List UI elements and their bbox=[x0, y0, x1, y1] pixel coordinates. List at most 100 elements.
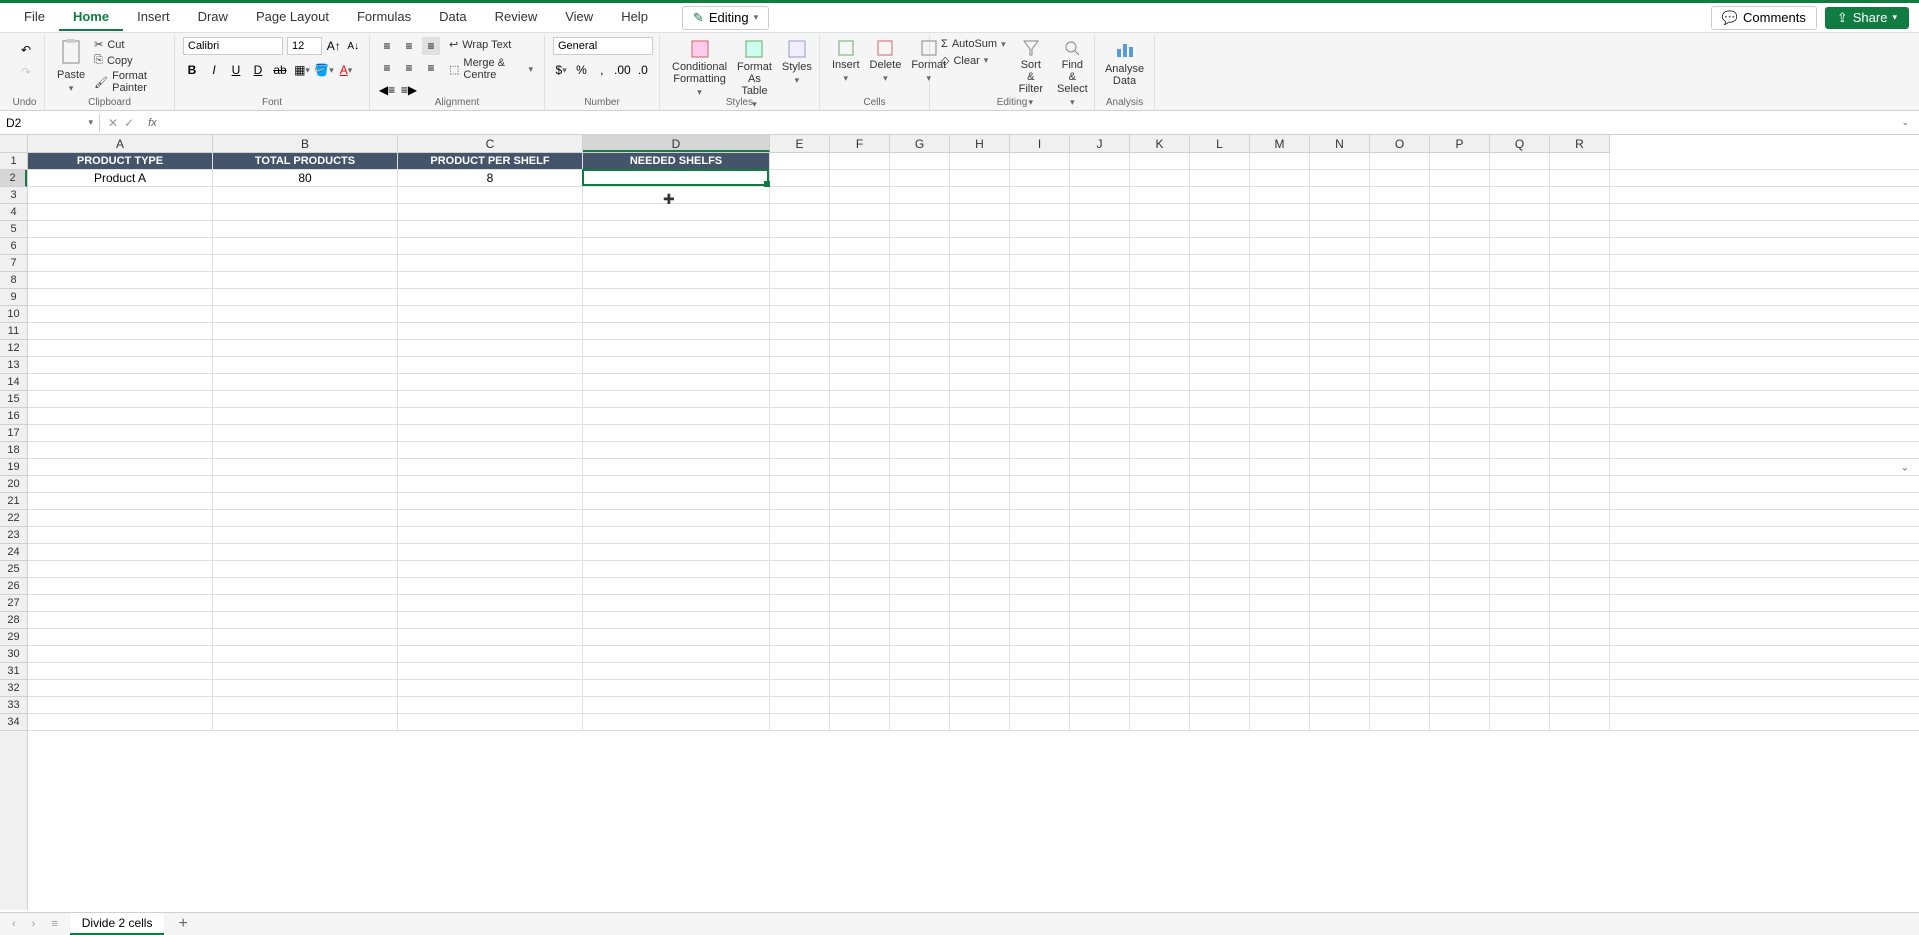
cell-G16[interactable] bbox=[890, 408, 950, 424]
cell-K1[interactable] bbox=[1130, 153, 1190, 169]
cell-G27[interactable] bbox=[890, 595, 950, 611]
cell-D12[interactable] bbox=[583, 340, 770, 356]
cell-P18[interactable] bbox=[1430, 442, 1490, 458]
cell-J21[interactable] bbox=[1070, 493, 1130, 509]
cell-J18[interactable] bbox=[1070, 442, 1130, 458]
cell-R28[interactable] bbox=[1550, 612, 1610, 628]
cell-M21[interactable] bbox=[1250, 493, 1310, 509]
cell-R14[interactable] bbox=[1550, 374, 1610, 390]
cell-N5[interactable] bbox=[1310, 221, 1370, 237]
cell-I2[interactable] bbox=[1010, 170, 1070, 186]
row-header-11[interactable]: 11 bbox=[0, 323, 27, 340]
cell-O6[interactable] bbox=[1370, 238, 1430, 254]
cell-P17[interactable] bbox=[1430, 425, 1490, 441]
cell-P30[interactable] bbox=[1430, 646, 1490, 662]
cell-J20[interactable] bbox=[1070, 476, 1130, 492]
cell-K16[interactable] bbox=[1130, 408, 1190, 424]
cell-K25[interactable] bbox=[1130, 561, 1190, 577]
cell-I7[interactable] bbox=[1010, 255, 1070, 271]
cell-N24[interactable] bbox=[1310, 544, 1370, 560]
column-header-L[interactable]: L bbox=[1190, 135, 1250, 152]
cell-K21[interactable] bbox=[1130, 493, 1190, 509]
cell-D28[interactable] bbox=[583, 612, 770, 628]
cell-P15[interactable] bbox=[1430, 391, 1490, 407]
cell-J16[interactable] bbox=[1070, 408, 1130, 424]
cell-Q4[interactable] bbox=[1490, 204, 1550, 220]
cell-L27[interactable] bbox=[1190, 595, 1250, 611]
font-name-select[interactable] bbox=[183, 37, 283, 55]
cell-M29[interactable] bbox=[1250, 629, 1310, 645]
cell-K29[interactable] bbox=[1130, 629, 1190, 645]
cell-B8[interactable] bbox=[213, 272, 398, 288]
cell-J7[interactable] bbox=[1070, 255, 1130, 271]
cell-H19[interactable] bbox=[950, 459, 1010, 475]
cell-B22[interactable] bbox=[213, 510, 398, 526]
cell-A23[interactable] bbox=[28, 527, 213, 543]
cell-J34[interactable] bbox=[1070, 714, 1130, 730]
cell-I21[interactable] bbox=[1010, 493, 1070, 509]
cell-E32[interactable] bbox=[770, 680, 830, 696]
cell-N16[interactable] bbox=[1310, 408, 1370, 424]
cell-P12[interactable] bbox=[1430, 340, 1490, 356]
cell-Q30[interactable] bbox=[1490, 646, 1550, 662]
cell-C4[interactable] bbox=[398, 204, 583, 220]
cell-N14[interactable] bbox=[1310, 374, 1370, 390]
cell-P1[interactable] bbox=[1430, 153, 1490, 169]
cell-A18[interactable] bbox=[28, 442, 213, 458]
cell-F3[interactable] bbox=[830, 187, 890, 203]
align-bottom-button[interactable]: ≡ bbox=[422, 37, 440, 55]
cell-D34[interactable] bbox=[583, 714, 770, 730]
cell-I30[interactable] bbox=[1010, 646, 1070, 662]
cell-P29[interactable] bbox=[1430, 629, 1490, 645]
cell-M12[interactable] bbox=[1250, 340, 1310, 356]
cell-I12[interactable] bbox=[1010, 340, 1070, 356]
row-header-7[interactable]: 7 bbox=[0, 255, 27, 272]
cell-M34[interactable] bbox=[1250, 714, 1310, 730]
cell-Q5[interactable] bbox=[1490, 221, 1550, 237]
row-header-31[interactable]: 31 bbox=[0, 663, 27, 680]
cell-C19[interactable] bbox=[398, 459, 583, 475]
percent-button[interactable]: % bbox=[573, 61, 589, 79]
cell-O18[interactable] bbox=[1370, 442, 1430, 458]
bold-button[interactable]: B bbox=[183, 61, 201, 79]
cell-C33[interactable] bbox=[398, 697, 583, 713]
cell-B25[interactable] bbox=[213, 561, 398, 577]
cell-M1[interactable] bbox=[1250, 153, 1310, 169]
expand-formula-bar-button[interactable]: ⌄ bbox=[1901, 117, 1909, 128]
cell-K10[interactable] bbox=[1130, 306, 1190, 322]
cell-L21[interactable] bbox=[1190, 493, 1250, 509]
comma-button[interactable]: , bbox=[594, 61, 610, 79]
column-header-R[interactable]: R bbox=[1550, 135, 1610, 152]
spreadsheet-grid[interactable]: ABCDEFGHIJKLMNOPQR 123456789101112131415… bbox=[0, 135, 1919, 910]
cell-F32[interactable] bbox=[830, 680, 890, 696]
cell-E33[interactable] bbox=[770, 697, 830, 713]
cell-C12[interactable] bbox=[398, 340, 583, 356]
cell-R10[interactable] bbox=[1550, 306, 1610, 322]
menu-formulas[interactable]: Formulas bbox=[343, 4, 425, 31]
cell-A26[interactable] bbox=[28, 578, 213, 594]
cell-C24[interactable] bbox=[398, 544, 583, 560]
cell-H33[interactable] bbox=[950, 697, 1010, 713]
cell-J14[interactable] bbox=[1070, 374, 1130, 390]
cell-F18[interactable] bbox=[830, 442, 890, 458]
cell-Q22[interactable] bbox=[1490, 510, 1550, 526]
row-header-10[interactable]: 10 bbox=[0, 306, 27, 323]
cell-B2[interactable]: 80 bbox=[213, 170, 398, 186]
cell-M30[interactable] bbox=[1250, 646, 1310, 662]
cell-E3[interactable] bbox=[770, 187, 830, 203]
all-sheets-button[interactable]: ≡ bbox=[47, 918, 61, 930]
cell-B33[interactable] bbox=[213, 697, 398, 713]
cell-I15[interactable] bbox=[1010, 391, 1070, 407]
cell-D10[interactable] bbox=[583, 306, 770, 322]
cell-F6[interactable] bbox=[830, 238, 890, 254]
cell-B9[interactable] bbox=[213, 289, 398, 305]
copy-button[interactable]: ⎘ Copy bbox=[91, 53, 166, 68]
cell-I33[interactable] bbox=[1010, 697, 1070, 713]
cell-C2[interactable]: 8 bbox=[398, 170, 583, 186]
cell-K31[interactable] bbox=[1130, 663, 1190, 679]
cell-F26[interactable] bbox=[830, 578, 890, 594]
row-header-15[interactable]: 15 bbox=[0, 391, 27, 408]
cell-H8[interactable] bbox=[950, 272, 1010, 288]
cell-A4[interactable] bbox=[28, 204, 213, 220]
cell-J27[interactable] bbox=[1070, 595, 1130, 611]
